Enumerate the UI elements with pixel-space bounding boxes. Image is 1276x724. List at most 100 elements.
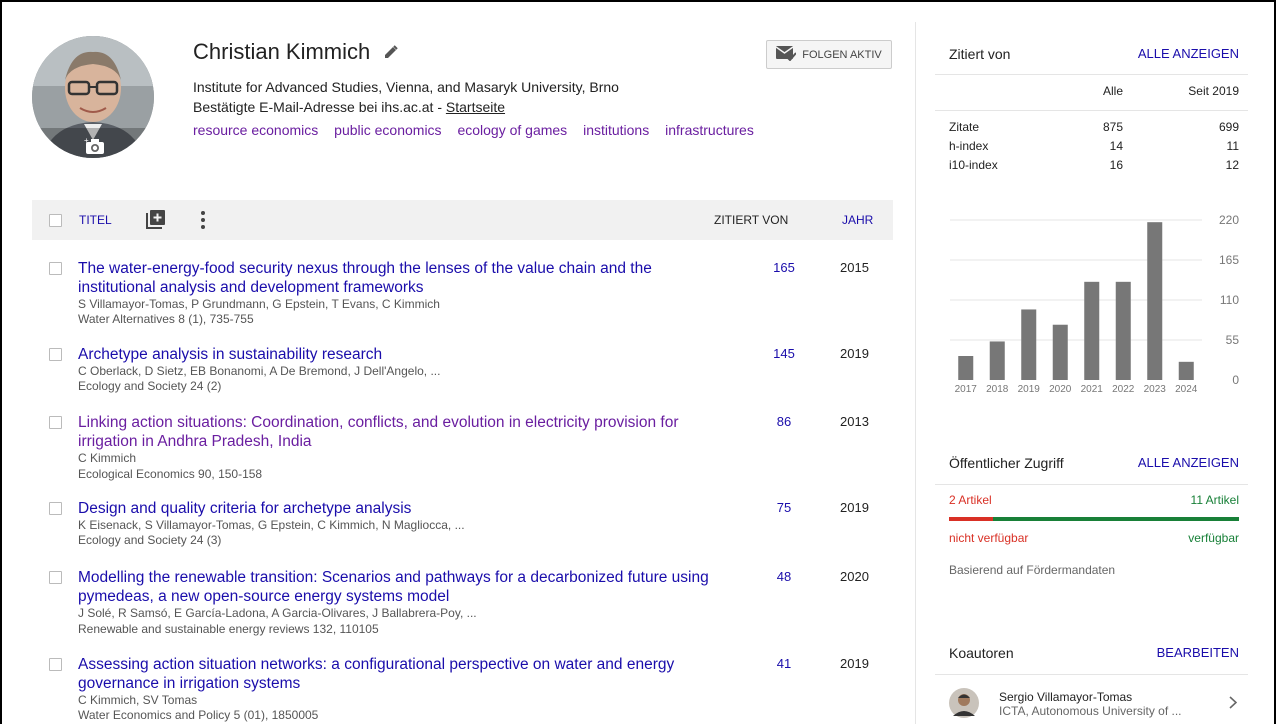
y-tick-label: 165 [1219, 253, 1239, 267]
homepage-link[interactable]: Startseite [446, 99, 505, 115]
cited-count[interactable]: 75 [764, 500, 804, 515]
cited-count[interactable]: 165 [764, 260, 804, 275]
more-vert-icon[interactable] [200, 210, 206, 233]
coauthors-edit[interactable]: BEARBEITEN [1157, 645, 1239, 661]
profile-name-row: Christian Kimmich [193, 39, 398, 65]
unavailable-count-link[interactable]: 2 Artikel [949, 493, 992, 507]
select-all-checkbox[interactable] [49, 214, 62, 227]
cited-by-show-all[interactable]: ALLE ANZEIGEN [1138, 46, 1239, 62]
article-table-header: TITEL ZITIERT VON JAHR [32, 200, 893, 240]
column-divider [915, 22, 916, 724]
row-checkbox[interactable] [49, 348, 62, 361]
public-access-note: Basierend auf Fördermandaten [949, 563, 1116, 577]
interest-link[interactable]: institutions [583, 122, 649, 138]
research-interests: resource economics public economics ecol… [193, 122, 766, 138]
divider [935, 484, 1248, 485]
svg-text:+: + [84, 136, 89, 145]
x-tick-label: 2021 [1081, 384, 1104, 395]
public-access-title: Öffentlicher Zugriff [949, 455, 1064, 471]
public-access-labels: nicht verfügbar verfügbar [949, 531, 1239, 545]
article-source: Ecology and Society 24 (3) [78, 533, 222, 547]
cited-count[interactable]: 48 [764, 569, 804, 584]
public-access-header: Öffentlicher Zugriff ALLE ANZEIGEN [949, 455, 1239, 471]
stats-label: h-index [949, 139, 989, 153]
article-year: 2020 [840, 569, 869, 584]
stats-label: i10-index [949, 158, 998, 172]
edit-pencil-icon[interactable] [384, 39, 398, 65]
stats-row: i10-index 16 12 [949, 158, 1239, 176]
y-tick-label: 0 [1232, 373, 1239, 387]
stats-row: Zitate 875 699 [949, 120, 1239, 138]
row-checkbox[interactable] [49, 262, 62, 275]
coauthors-header: Koautoren BEARBEITEN [949, 645, 1239, 661]
article-year: 2019 [840, 346, 869, 361]
article-source: Water Alternatives 8 (1), 735-755 [78, 312, 254, 326]
row-checkbox[interactable] [49, 571, 62, 584]
x-tick-label: 2018 [986, 384, 1009, 395]
add-article-icon[interactable] [146, 209, 166, 232]
row-checkbox[interactable] [49, 502, 62, 515]
available-label: verfügbar [1188, 531, 1239, 545]
chevron-right-icon [1229, 696, 1238, 712]
interest-link[interactable]: infrastructures [665, 122, 754, 138]
article-title[interactable]: The water-energy-food security nexus thr… [78, 259, 718, 297]
stats-row: h-index 14 11 [949, 139, 1239, 157]
y-tick-label: 220 [1219, 213, 1239, 227]
article-year: 2015 [840, 260, 869, 275]
article-title[interactable]: Design and quality criteria for archetyp… [78, 499, 718, 518]
stats-label: Zitate [949, 120, 980, 134]
stats-col-all: Alle [1102, 84, 1123, 98]
stats-since: 11 [1226, 139, 1239, 153]
article-title[interactable]: Assessing action situation networks: a c… [78, 655, 718, 693]
row-checkbox[interactable] [49, 658, 62, 671]
article-authors: J Solé, R Samsó, E García-Ladona, A Garc… [78, 606, 477, 620]
follow-button[interactable]: FOLGEN AKTIV [766, 40, 892, 69]
article-year: 2013 [840, 414, 869, 429]
cited-count[interactable]: 41 [764, 656, 804, 671]
divider [935, 74, 1248, 75]
citation-bar [1178, 361, 1194, 380]
citation-bar [1147, 222, 1163, 380]
public-access-show-all[interactable]: ALLE ANZEIGEN [1138, 455, 1239, 471]
coauthor-name: Sergio Villamayor-Tomas [999, 690, 1133, 704]
article-title[interactable]: Linking action situations: Coordination,… [78, 413, 718, 451]
x-tick-label: 2017 [955, 384, 978, 395]
x-tick-label: 2024 [1175, 384, 1198, 395]
interest-link[interactable]: public economics [334, 122, 441, 138]
profile-name: Christian Kimmich [193, 39, 371, 64]
y-tick-label: 110 [1220, 293, 1239, 307]
camera-icon[interactable]: + [84, 136, 106, 159]
cited-count[interactable]: 86 [764, 414, 804, 429]
verified-email: Bestätigte E-Mail-Adresse bei ihs.ac.at … [193, 99, 446, 115]
stats-all: 14 [1109, 139, 1123, 153]
available-count-link[interactable]: 11 Artikel [1191, 493, 1239, 507]
coauthor-item[interactable]: Sergio Villamayor-Tomas ICTA, Autonomous… [949, 688, 1239, 724]
stats-all: 16 [1109, 158, 1123, 172]
x-tick-label: 2020 [1049, 384, 1072, 395]
row-checkbox[interactable] [49, 416, 62, 429]
article-title[interactable]: Modelling the renewable transition: Scen… [78, 568, 718, 606]
cited-by-column: ZITIERT VON [714, 213, 789, 227]
article-year: 2019 [840, 656, 869, 671]
article-title[interactable]: Archetype analysis in sustainability res… [78, 345, 718, 364]
citation-bar [1084, 281, 1100, 380]
article-authors: S Villamayor-Tomas, P Grundmann, G Epste… [78, 297, 440, 311]
x-tick-label: 2022 [1112, 384, 1135, 395]
coauthor-avatar [949, 688, 979, 718]
article-source: Water Economics and Policy 5 (01), 18500… [78, 708, 319, 722]
interest-link[interactable]: ecology of games [457, 122, 567, 138]
article-source: Renewable and sustainable energy reviews… [78, 622, 379, 636]
profile-info: Institute for Advanced Studies, Vienna, … [193, 77, 619, 117]
unavailable-label: nicht verfügbar [949, 531, 1029, 545]
x-tick-label: 2019 [1018, 384, 1041, 395]
citation-bar [1052, 324, 1068, 380]
y-tick-label: 55 [1226, 333, 1240, 347]
sort-by-year[interactable]: JAHR [842, 213, 873, 227]
affiliation: Institute for Advanced Studies, Vienna, … [193, 79, 619, 95]
stats-since: 12 [1225, 158, 1239, 172]
article-authors: C Kimmich, SV Tomas [78, 693, 198, 707]
interest-link[interactable]: resource economics [193, 122, 318, 138]
divider [935, 110, 1248, 111]
sort-by-title[interactable]: TITEL [79, 213, 112, 227]
cited-count[interactable]: 145 [764, 346, 804, 361]
